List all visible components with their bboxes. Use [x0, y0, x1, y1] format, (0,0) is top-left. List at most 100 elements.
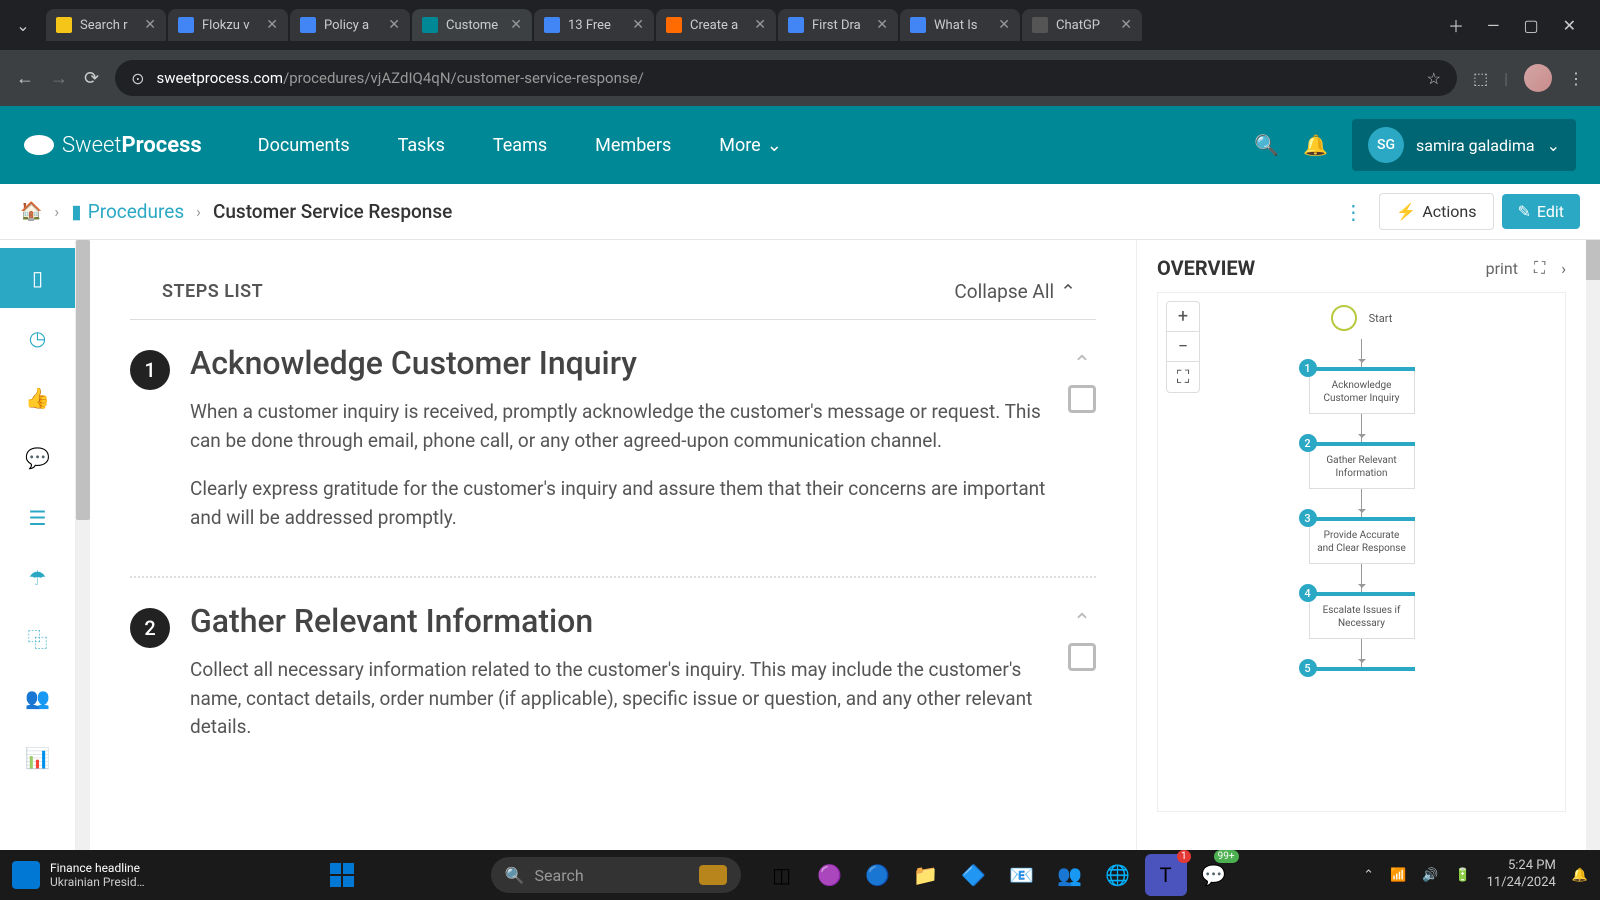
reload-button[interactable]: ⟳ — [84, 68, 99, 89]
tray-chevron-icon[interactable]: ⌃ — [1363, 868, 1374, 883]
close-window-icon[interactable]: ✕ — [1563, 16, 1576, 35]
breadcrumb-current: Customer Service Response — [213, 200, 452, 223]
close-tab-icon[interactable]: ✕ — [1120, 17, 1132, 33]
close-tab-icon[interactable]: ✕ — [510, 17, 522, 33]
logo-icon — [24, 135, 54, 155]
tab-search-dropdown[interactable]: ⌄ — [8, 10, 38, 40]
browser-menu-icon[interactable]: ⋮ — [1568, 69, 1584, 88]
bell-icon[interactable]: 🔔 — [1303, 133, 1328, 157]
search-icon[interactable]: 🔍 — [1254, 133, 1279, 157]
notifications-icon[interactable]: 🔔 — [1572, 868, 1588, 883]
edit-button[interactable]: ✎ Edit — [1502, 194, 1581, 229]
step-checkbox[interactable] — [1068, 643, 1096, 671]
flow-node[interactable]: 2 Gather Relevant Information — [1309, 442, 1415, 489]
bookmark-star-icon[interactable]: ☆ — [1427, 69, 1441, 88]
next-icon[interactable]: › — [1561, 259, 1566, 278]
close-tab-icon[interactable]: ✕ — [876, 17, 888, 33]
teams-icon[interactable]: 👥 — [1049, 854, 1091, 896]
flow-node[interactable]: 1 Acknowledge Customer Inquiry — [1309, 367, 1415, 414]
browser-tab[interactable]: Search r✕ — [46, 9, 166, 41]
edge-icon[interactable]: 🔵 — [857, 854, 899, 896]
breadcrumb-procedures[interactable]: ▮ Procedures — [71, 200, 184, 223]
browser-tab[interactable]: First Dra✕ — [778, 9, 898, 41]
collapse-all-button[interactable]: Collapse All ⌃ — [954, 280, 1076, 303]
volume-icon[interactable]: 🔊 — [1422, 868, 1438, 883]
flowchart-area[interactable]: + − ⛶ Start 1 Acknowledge Customer Inqui… — [1157, 292, 1566, 812]
fullscreen-button[interactable]: ⛶ — [1167, 362, 1199, 392]
explorer-icon[interactable]: 📁 — [905, 854, 947, 896]
site-info-icon[interactable]: ⊙ — [131, 69, 144, 88]
extensions-icon[interactable]: ⬚ — [1473, 69, 1488, 88]
nav-documents[interactable]: Documents — [258, 135, 350, 156]
taskbar-news-widget[interactable]: Finance headline Ukrainian Presid… — [12, 861, 192, 889]
actions-button[interactable]: ⚡ Actions — [1379, 193, 1493, 230]
browser-tab[interactable]: 13 Free✕ — [534, 9, 654, 41]
browser-tab[interactable]: Create a✕ — [656, 9, 776, 41]
browser-tab[interactable]: What Is✕ — [900, 9, 1020, 41]
browser-tab[interactable]: Custome✕ — [412, 9, 532, 41]
zoom-out-button[interactable]: − — [1167, 332, 1199, 362]
profile-avatar[interactable] — [1524, 64, 1552, 92]
copilot-icon[interactable]: 🟣 — [809, 854, 851, 896]
battery-icon[interactable]: 🔋 — [1454, 868, 1470, 883]
rail-approve[interactable]: 👍 — [0, 368, 75, 428]
rail-tasks[interactable]: ☰ — [0, 488, 75, 548]
home-icon[interactable]: 🏠 — [20, 201, 42, 222]
news-title: Finance headline — [50, 861, 145, 875]
nav-more[interactable]: More ⌄ — [719, 135, 782, 156]
nav-tasks[interactable]: Tasks — [398, 135, 445, 156]
more-menu-icon[interactable]: ⋮ — [1335, 192, 1371, 232]
taskbar-search[interactable]: 🔍 Search — [491, 857, 741, 893]
outlook-icon[interactable]: 📧 — [1001, 854, 1043, 896]
browser-tab[interactable]: Policy a✕ — [290, 9, 410, 41]
rail-copy[interactable]: ⿻ — [0, 608, 75, 668]
browser-tab[interactable]: ChatGP✕ — [1022, 9, 1142, 41]
scrollbar[interactable] — [76, 240, 90, 900]
browser-tab[interactable]: Flokzu v✕ — [168, 9, 288, 41]
rail-umbrella[interactable]: ☂ — [0, 548, 75, 608]
whatsapp-icon[interactable]: 💬99+ — [1193, 854, 1235, 896]
close-tab-icon[interactable]: ✕ — [266, 17, 278, 33]
rail-document[interactable]: ▯ — [0, 248, 75, 308]
close-tab-icon[interactable]: ✕ — [144, 17, 156, 33]
teams-new-icon[interactable]: T1 — [1145, 854, 1187, 896]
maximize-icon[interactable]: ▢ — [1523, 16, 1538, 35]
user-menu[interactable]: SG samira galadima ⌄ — [1352, 119, 1576, 171]
nav-members[interactable]: Members — [595, 135, 671, 156]
back-button[interactable]: ← — [16, 68, 34, 89]
rail-people[interactable]: 👥 — [0, 668, 75, 728]
step-checkbox[interactable] — [1068, 385, 1096, 413]
header-right: 🔍 🔔 SG samira galadima ⌄ — [1254, 119, 1576, 171]
nav-teams[interactable]: Teams — [493, 135, 547, 156]
close-tab-icon[interactable]: ✕ — [388, 17, 400, 33]
scrollbar[interactable] — [1586, 240, 1600, 900]
app-icon[interactable]: 🔷 — [953, 854, 995, 896]
tab-favicon — [788, 17, 804, 33]
print-button[interactable]: print — [1486, 259, 1518, 278]
news-icon — [12, 861, 40, 889]
rail-comments[interactable]: 💬 — [0, 428, 75, 488]
minimize-icon[interactable]: ― — [1487, 16, 1500, 35]
close-tab-icon[interactable]: ✕ — [998, 17, 1010, 33]
collapse-step-icon[interactable]: ⌃ — [1073, 352, 1091, 377]
flow-node[interactable]: 4 Escalate Issues if Necessary — [1309, 592, 1415, 639]
flow-node[interactable]: 5 — [1309, 667, 1415, 671]
forward-button[interactable]: → — [50, 68, 68, 89]
clock[interactable]: 5:24 PM 11/24/2024 — [1487, 858, 1556, 892]
new-tab-button[interactable]: ＋ — [1441, 10, 1471, 40]
logo[interactable]: SweetProcess — [24, 133, 202, 158]
start-button[interactable] — [321, 854, 363, 896]
zoom-in-button[interactable]: + — [1167, 302, 1199, 332]
rail-history[interactable]: ◷ — [0, 308, 75, 368]
close-tab-icon[interactable]: ✕ — [754, 17, 766, 33]
rail-analytics[interactable]: 📊 — [0, 728, 75, 788]
chrome-icon[interactable]: 🌐 — [1097, 854, 1139, 896]
flow-node[interactable]: 3 Provide Accurate and Clear Response — [1309, 517, 1415, 564]
clock-icon: ◷ — [29, 326, 46, 350]
expand-icon[interactable]: ⛶ — [1534, 258, 1545, 278]
url-field[interactable]: ⊙ sweetprocess.com/procedures/vjAZdIQ4qN… — [115, 60, 1457, 96]
task-view-icon[interactable]: ◫ — [761, 854, 803, 896]
close-tab-icon[interactable]: ✕ — [632, 17, 644, 33]
wifi-icon[interactable]: 📶 — [1390, 868, 1406, 883]
collapse-step-icon[interactable]: ⌃ — [1073, 610, 1091, 635]
